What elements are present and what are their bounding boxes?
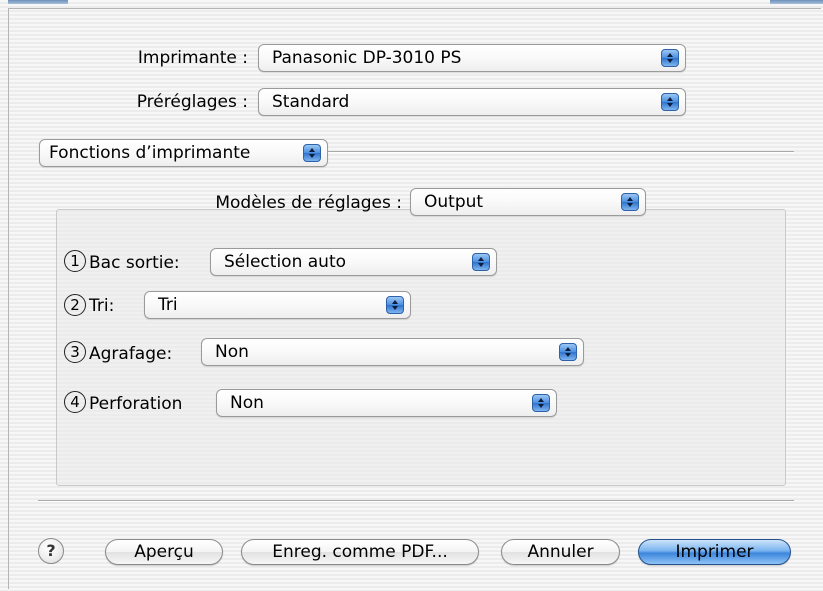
punch-value: Non: [230, 393, 264, 413]
collate-popup[interactable]: Tri: [144, 291, 411, 319]
presets-popup[interactable]: Standard: [258, 88, 686, 116]
panel-separator: [326, 151, 794, 153]
output-tray-value: Sélection auto: [224, 252, 347, 272]
stapling-label: Agrafage:: [89, 344, 173, 364]
popup-arrows-icon: [559, 343, 577, 361]
printer-label: Imprimante :: [137, 48, 248, 68]
punch-popup[interactable]: Non: [216, 389, 557, 417]
callout-marker-4: 4: [64, 391, 86, 413]
collate-label: Tri:: [89, 296, 115, 316]
feature-sets-popup[interactable]: Output: [410, 188, 646, 216]
callout-marker-2: 2: [64, 294, 86, 316]
popup-arrows-icon: [532, 394, 550, 412]
save-as-pdf-button[interactable]: Enreg. comme PDF...: [241, 539, 479, 565]
popup-arrows-icon: [661, 49, 679, 67]
panel-menu-value: Fonctions d’imprimante: [49, 143, 251, 163]
feature-sets-label: Modèles de réglages :: [215, 193, 402, 213]
printer-popup[interactable]: Panasonic DP-3010 PS: [258, 44, 686, 72]
help-button[interactable]: ?: [38, 538, 64, 564]
popup-arrows-icon: [661, 93, 679, 111]
popup-arrows-icon: [472, 253, 490, 271]
presets-value: Standard: [272, 92, 350, 112]
presets-label: Préréglages :: [136, 92, 248, 112]
popup-arrows-icon: [621, 193, 639, 211]
popup-arrows-icon: [303, 144, 321, 162]
output-tray-label: Bac sortie:: [89, 253, 180, 273]
window-top-edge-left: [8, 0, 68, 4]
print-button[interactable]: Imprimer: [638, 539, 791, 565]
window-top-edge-right: [770, 0, 823, 4]
punch-label: Perforation: [89, 394, 183, 414]
feature-sets-value: Output: [424, 192, 484, 212]
printer-value: Panasonic DP-3010 PS: [272, 48, 462, 68]
collate-value: Tri: [158, 295, 178, 315]
popup-arrows-icon: [386, 296, 404, 314]
stapling-popup[interactable]: Non: [201, 338, 584, 366]
output-tray-popup[interactable]: Sélection auto: [210, 248, 497, 276]
preview-button[interactable]: Aperçu: [105, 539, 223, 565]
callout-marker-1: 1: [64, 250, 86, 272]
panel-menu-popup[interactable]: Fonctions d’imprimante: [39, 139, 328, 167]
stapling-value: Non: [215, 342, 249, 362]
cancel-button[interactable]: Annuler: [501, 539, 620, 565]
callout-marker-3: 3: [64, 341, 86, 363]
button-bar-separator: [38, 500, 794, 502]
